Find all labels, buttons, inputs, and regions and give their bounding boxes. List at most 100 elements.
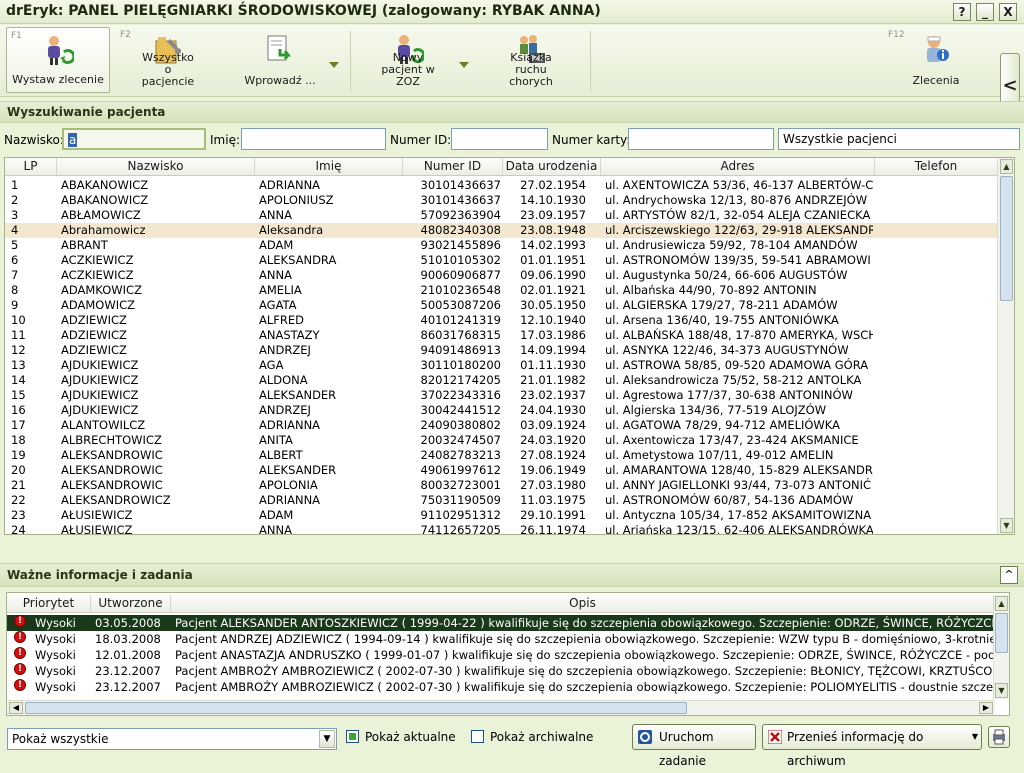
patient-cell: ABAKANOWICZ [61,178,149,192]
new-patient-button[interactable]: Nowy pacjent w ZOZ [356,27,460,93]
column-header-lp[interactable]: LP [5,158,57,176]
column-header-birthdate[interactable]: Data urodzenia [503,158,601,176]
patient-cell: 7 [11,268,19,282]
surname-input[interactable]: a [62,128,206,150]
close-button[interactable]: X [999,3,1017,21]
patient-row[interactable]: 24 AŁUSIEWICZ ANNA 74112657205 26.11.1974 ul.… [5,523,998,534]
patient-row[interactable]: 8 ADAMKOWICZ AMELIA 21010236548 02.01.1921 ul… [5,283,998,298]
patient-cell: ADAMKOWICZ [61,283,142,297]
admission-book-button[interactable]: Książka ruchu chorych [482,27,580,93]
patient-row[interactable]: 7 ACZKIEWICZ ANNA 90060906877 09.06.1990 ul. … [5,268,998,283]
patient-cell: 14.02.1993 [520,238,586,252]
new-patient-dropdown-arrow-icon[interactable] [459,62,469,68]
tasks-vertical-scrollbar[interactable]: ▲ ▼ [993,595,1009,699]
patient-cell: 1 [11,178,19,192]
patient-row[interactable]: 14 AJDUKIEWICZ ALDONA 82012174205 21.01.1982… [5,373,998,388]
patient-row[interactable]: 12 ADZIEWICZ ANDRZEJ 94091486913 14.09.1994 u… [5,343,998,358]
printer-icon [993,729,1005,745]
patient-row[interactable]: 16 AJDUKIEWICZ ANDRZEJ 30042441512 24.04.193… [5,403,998,418]
printer-button[interactable] [988,726,1010,748]
run-task-button[interactable]: Uruchom zadanie [632,724,756,768]
help-button[interactable]: ? [953,3,971,21]
name-input[interactable] [241,128,386,150]
show-archived-label[interactable]: Pokaż archiwalne [490,730,593,744]
patient-row[interactable]: 21 ALEKSANDROWIC APOLONIA 80032723001 27.03.… [5,478,998,493]
patient-cell: 15 [11,388,26,402]
patient-row[interactable]: 3 ABŁAMOWICZ ANNA 57092363904 23.09.1957 ul. … [5,208,998,223]
task-row[interactable]: ! Wysoki 12.01.2008 Pacjent ANASTAZJA ANDRU… [7,647,995,663]
collapse-tasks-button[interactable]: ^ [1000,566,1018,584]
scroll-thumb[interactable] [25,702,687,714]
patient-row[interactable]: 22 ALEKSANDROWICZ ADRIANNA 75031190509 11.03… [5,493,998,508]
issue-order-button[interactable]: F1 Wystaw zlecenie [6,27,110,93]
patient-row[interactable]: 4 Abrahamowicz Aleksandra 48082340308 23.08.… [5,223,998,238]
patient-row[interactable]: 20 ALEKSANDROWIC ALEKSANDER 49061997612 19.0… [5,463,998,478]
scroll-down-icon[interactable]: ▼ [995,683,1008,698]
tasks-section-title: Ważne informacje i zadania [7,568,193,582]
scroll-up-icon[interactable]: ▲ [995,596,1008,611]
patient-cell: AGA [259,358,284,372]
minimize-button[interactable]: _ [976,3,994,21]
enter-dropdown-arrow-icon[interactable] [329,62,339,68]
task-row[interactable]: ! Wysoki 18.03.2008 Pacjent ANDRZEJ ADZIEWI… [7,631,995,647]
patient-row[interactable]: 1 ABAKANOWICZ ADRIANNA 30101436637 27.02.195… [5,178,998,193]
patient-row[interactable]: 17 ALANTOWILCZ ADRIANNA 24090380802 03.09.19… [5,418,998,433]
show-current-label[interactable]: Pokaż aktualne [365,730,456,744]
task-description: Pacjent ANASTAZJA ANDRUSZKO ( 1999-01-07… [175,648,995,662]
patient-cell: 30.05.1950 [520,298,586,312]
tasks-horizontal-scrollbar[interactable]: ◀ ▶ [7,700,995,715]
column-header-address[interactable]: Adres [601,158,875,176]
show-current-checkbox[interactable] [346,730,359,743]
id-input[interactable] [451,128,548,150]
archive-info-button[interactable]: Przenieś informację do archiwum ▼ [762,724,982,768]
chevron-down-icon[interactable]: ▼ [319,730,335,748]
scroll-thumb[interactable] [1000,176,1013,301]
column-header-name[interactable]: Imię [255,158,403,176]
patient-row[interactable]: 6 ACZKIEWICZ ALEKSANDRA 51010105302 01.01.19… [5,253,998,268]
patient-row[interactable]: 9 ADAMOWICZ AGATA 50053087206 30.05.1950 ul. … [5,298,998,313]
patient-cell: 75031190509 [420,493,501,507]
patient-cell: 51010105302 [420,253,501,267]
column-header-phone[interactable]: Telefon [875,158,998,176]
patient-row[interactable]: 18 ALBRECHTOWICZ ANITA 20032474507 24.03.192… [5,433,998,448]
column-header-description[interactable]: Opis [171,595,995,613]
scroll-down-icon[interactable]: ▼ [1000,518,1013,533]
patient-row[interactable]: 11 ADZIEWICZ ANASTAZY 86031768315 17.03.1986… [5,328,998,343]
column-header-created[interactable]: Utworzone [91,595,171,613]
scroll-thumb[interactable] [995,613,1008,653]
enter-button[interactable]: Wprowadź ... [228,27,332,93]
patient-row[interactable]: 13 AJDUKIEWICZ AGA 30110180200 01.11.1930 ul.… [5,358,998,373]
task-row[interactable]: ! Wysoki 03.05.2008 Pacjent ALEKSANDER ANTO… [7,615,995,631]
column-header-id[interactable]: Numer ID [403,158,503,176]
patient-cell: ACZKIEWICZ [61,268,134,282]
patient-cell: 24082783213 [420,448,501,462]
patient-row[interactable]: 19 ALEKSANDROWIC ALBERT 24082783213 27.08.19… [5,448,998,463]
task-row[interactable]: ! Wysoki 23.12.2007 Pacjent AMBROŻY AMBROZI… [7,679,995,695]
patient-row[interactable]: 15 AJDUKIEWICZ ALEKSANDER 37022343316 23.02.… [5,388,998,403]
patient-row[interactable]: 10 ADZIEWICZ ALFRED 40101241319 12.10.1940 ul… [5,313,998,328]
column-header-surname[interactable]: Nazwisko [57,158,255,176]
patient-cell: Abrahamowicz [61,223,146,237]
patient-filter-input[interactable]: Wszystkie pacjenci [778,128,1020,150]
task-row[interactable]: ! Wysoki 23.12.2007 Pacjent AMBROŻY AMBROZI… [7,663,995,679]
show-filter-select[interactable]: Pokaż wszystkie ▼ [7,728,337,750]
show-archived-checkbox[interactable] [471,730,484,743]
patient-row[interactable]: 2 ABAKANOWICZ APOLONIUSZ 30101436637 14.10.1… [5,193,998,208]
patients-vertical-scrollbar[interactable]: ▲ ▼ [997,158,1014,534]
orders-button[interactable]: F12 Zlecenia [884,27,988,93]
scroll-left-icon[interactable]: ◀ [9,702,23,714]
column-header-priority[interactable]: Priorytet [7,595,91,613]
scroll-right-icon[interactable]: ▶ [979,702,993,714]
toolbar-item-label: Wszystko o pacjencie [141,51,195,88]
patient-info-button[interactable]: F2 Wszystko o pacjencie [116,27,220,93]
patient-row[interactable]: 5 ABRANT ADAM 93021455896 14.02.1993 ul. Andr… [5,238,998,253]
patient-cell: ABRANT [61,238,108,252]
tasks-bottom-bar: Pokaż wszystkie ▼ Pokaż aktualne Pokaż a… [0,722,1024,768]
patient-row[interactable]: 23 AŁUSIEWICZ ADAM 91102951312 29.10.1991 ul.… [5,508,998,523]
patient-cell: ALEKSANDER [259,463,337,477]
archive-dropdown-icon[interactable]: ▼ [972,725,978,749]
card-input[interactable] [628,128,774,150]
patient-cell: 22 [11,493,26,507]
run-icon [638,730,652,744]
scroll-up-icon[interactable]: ▲ [1000,159,1013,174]
